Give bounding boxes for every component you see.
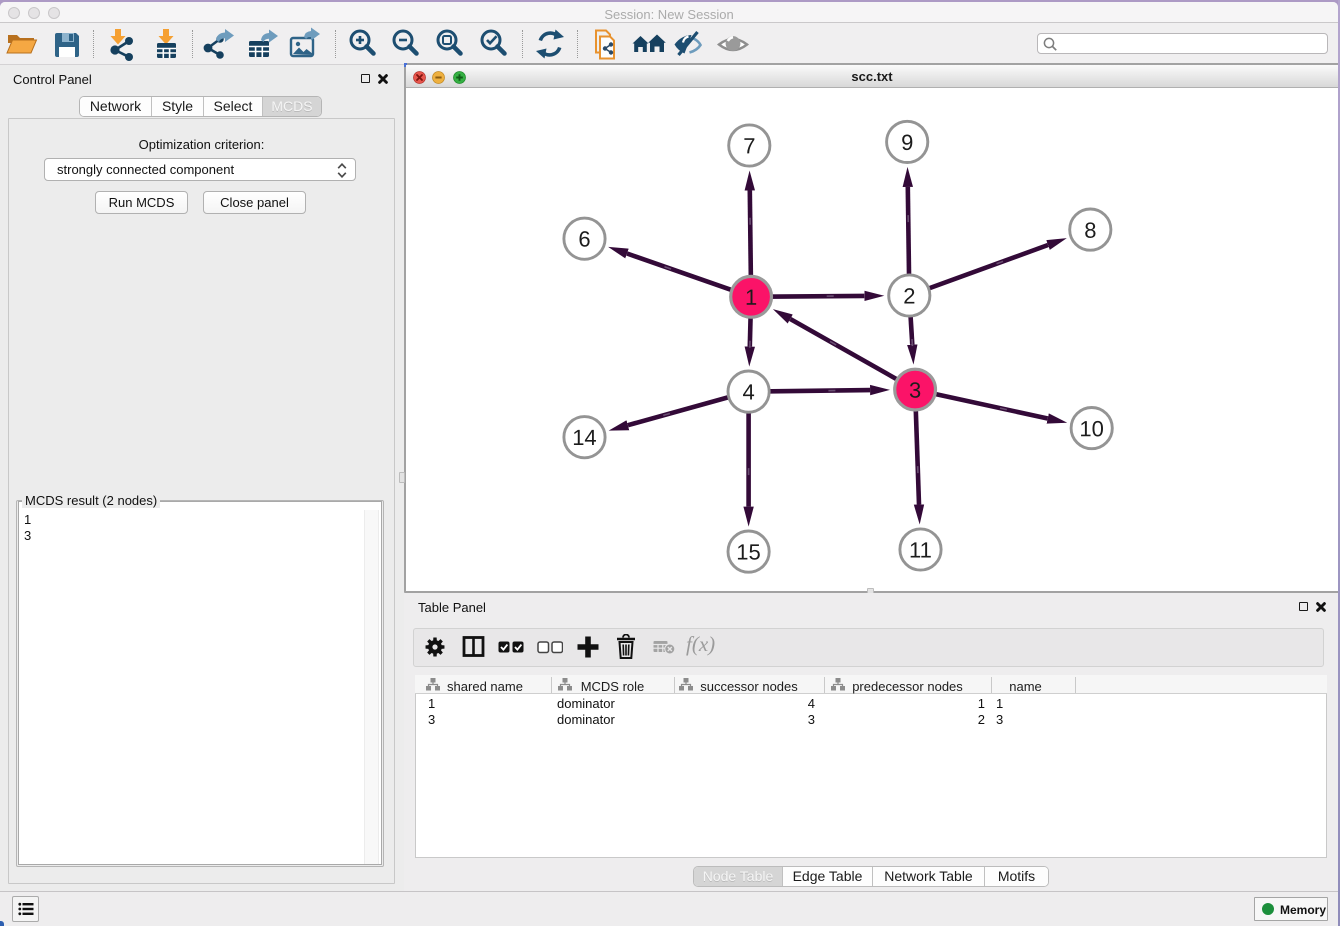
svg-text:2: 2 <box>903 284 915 309</box>
svg-text:9: 9 <box>901 130 913 155</box>
svg-text:4: 4 <box>742 380 754 405</box>
svg-text:11: 11 <box>909 538 932 563</box>
svg-text:3: 3 <box>909 378 921 403</box>
svg-text:7: 7 <box>743 133 755 158</box>
svg-text:14: 14 <box>572 425 596 450</box>
svg-text:1: 1 <box>745 285 757 310</box>
svg-text:10: 10 <box>1079 416 1103 441</box>
svg-text:8: 8 <box>1084 218 1096 243</box>
svg-text:6: 6 <box>578 227 590 252</box>
svg-text:15: 15 <box>736 540 760 565</box>
